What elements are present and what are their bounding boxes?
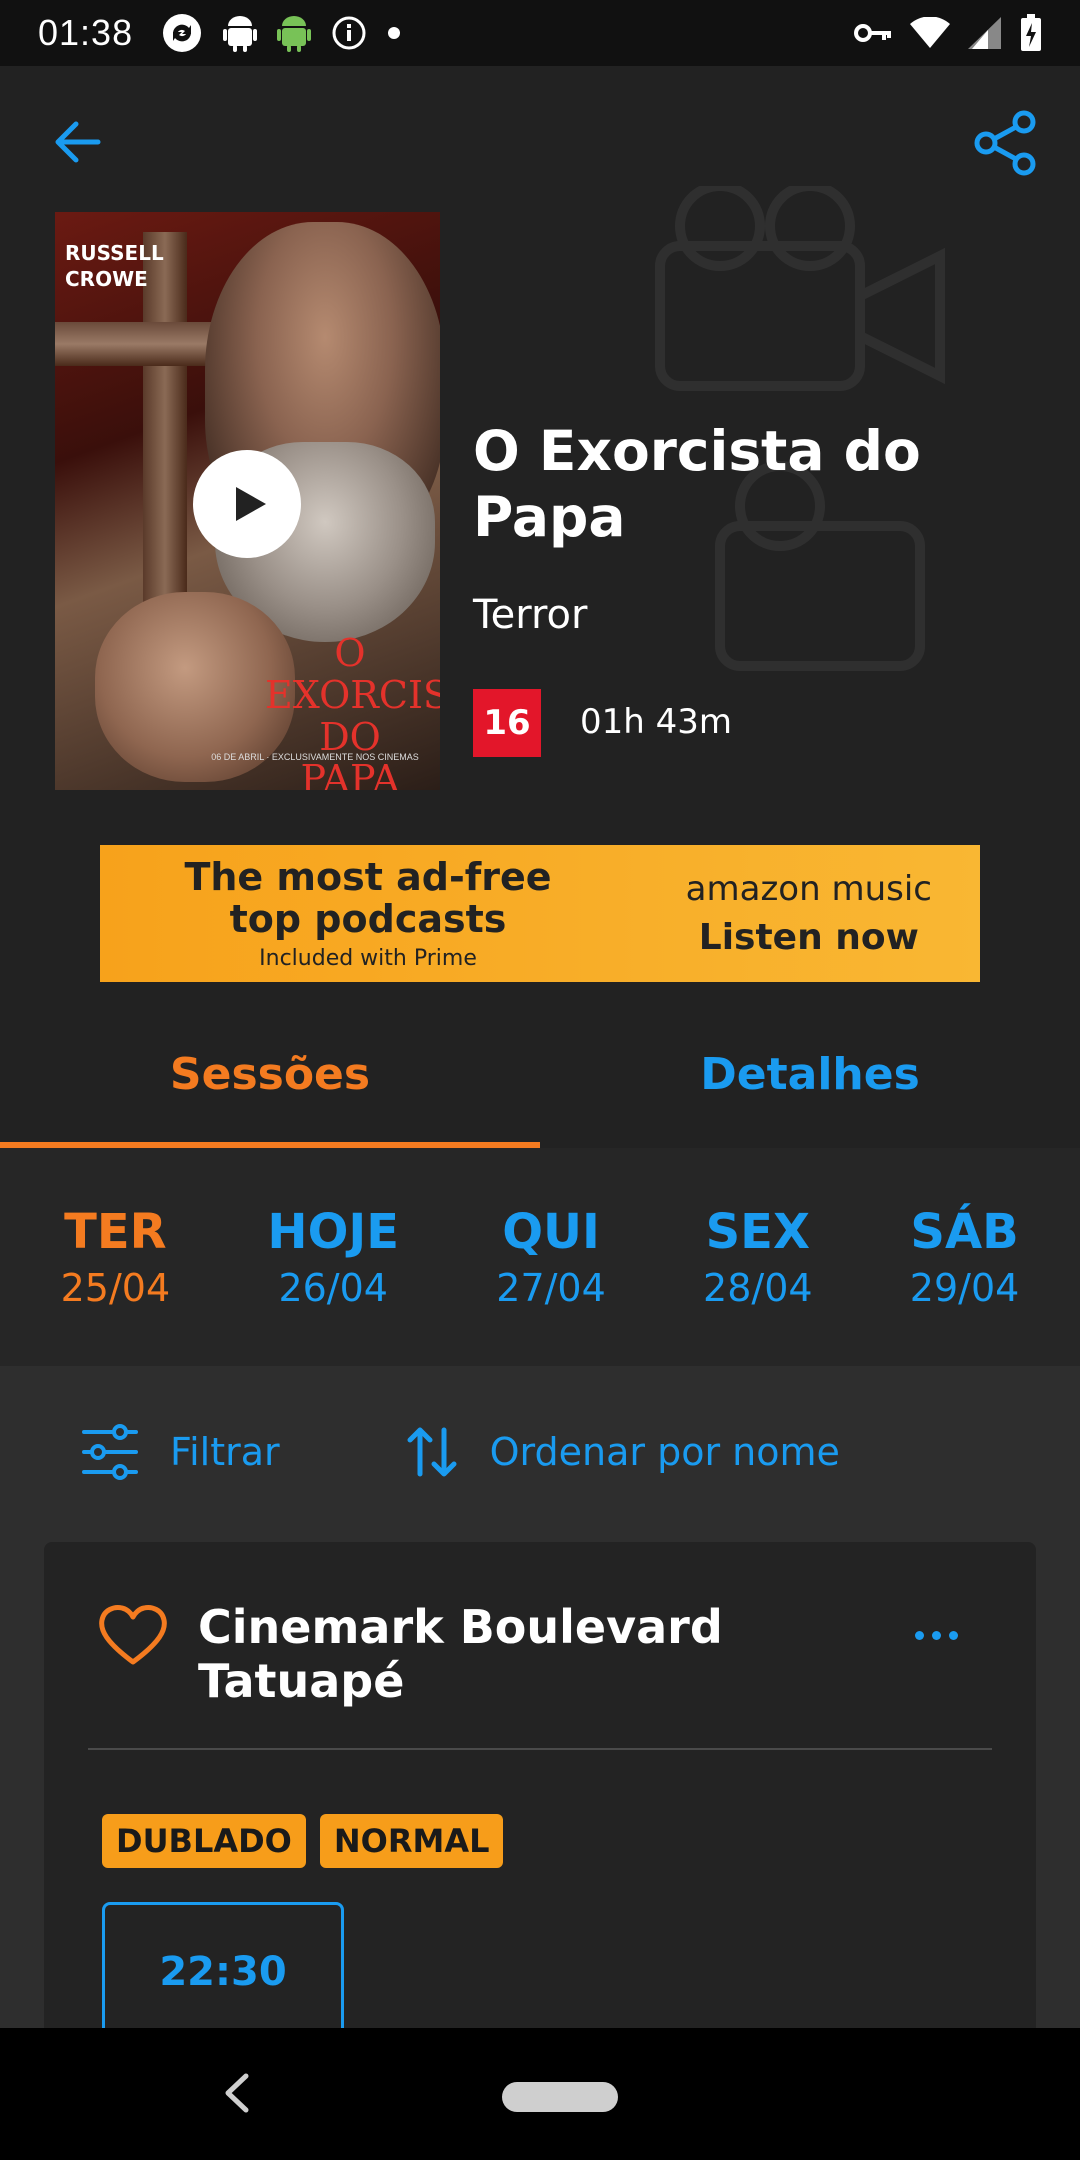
filter-toolbar: Filtrar Ordenar por nome [80, 1424, 840, 1480]
movie-genre: Terror [473, 592, 588, 638]
cellular-icon [968, 17, 1002, 49]
favorite-button[interactable] [96, 1602, 170, 1673]
ad-cta[interactable]: Listen now [686, 917, 932, 958]
more-dot-icon [914, 1630, 924, 1640]
movie-header: RUSSELL CROWE O EXORCISTA DO PAPA 06 DE … [0, 66, 1080, 840]
android-icon [223, 14, 258, 52]
date-item-sex[interactable]: SEX 28/04 [703, 1204, 813, 1310]
session-badges: DUBLADO NORMAL [102, 1814, 504, 1868]
filter-button[interactable]: Filtrar [80, 1424, 280, 1480]
date-item-hoje[interactable]: HOJE 26/04 [267, 1204, 399, 1310]
poster-actor-name: RUSSELL CROWE [65, 241, 164, 291]
poster-credits: 06 DE ABRIL · EXCLUSIVAMENTE NOS CINEMAS [211, 752, 419, 762]
status-bar: 01:38 [0, 0, 1080, 66]
ad-brand: amazon music [685, 869, 932, 909]
date-number: 25/04 [60, 1266, 171, 1310]
cinema-card: Cinemark Boulevard Tatuapé DUBLADO NORMA… [44, 1542, 1036, 2102]
date-item-sab[interactable]: SÁB 29/04 [910, 1204, 1020, 1310]
sort-button[interactable]: Ordenar por nome [404, 1424, 840, 1480]
chevron-left-icon [225, 2073, 249, 2113]
date-day: SEX [705, 1204, 810, 1260]
battery-charging-icon [1020, 14, 1042, 52]
play-icon [236, 487, 266, 521]
date-number: 28/04 [703, 1266, 813, 1310]
ad-line-2: top podcasts [229, 897, 507, 941]
system-nav-bar [0, 2028, 1080, 2160]
share-icon [974, 110, 1036, 176]
date-day: SÁB [910, 1204, 1019, 1260]
dot-icon [387, 26, 401, 40]
wifi-icon [910, 17, 950, 49]
tab-detalhes[interactable]: Detalhes [540, 1000, 1080, 1148]
heart-icon [99, 1605, 167, 1665]
sort-label: Ordenar por nome [489, 1430, 840, 1474]
date-day: TER [64, 1204, 167, 1260]
sessions-content: Filtrar Ordenar por nome Cinemark Boulev… [0, 1366, 1080, 2102]
tab-bar: Sessões Detalhes [0, 1000, 1080, 1148]
card-divider [88, 1748, 992, 1750]
vpn-key-icon [854, 22, 892, 44]
ad-line-1: The most ad-free [184, 855, 552, 899]
movie-duration: 01h 43m [580, 702, 733, 742]
more-dot-icon [931, 1630, 941, 1640]
nav-back-button[interactable] [216, 2066, 256, 2125]
nav-home-pill[interactable] [502, 2082, 618, 2112]
sort-arrows-icon [407, 1427, 457, 1477]
arrow-left-icon [55, 121, 101, 163]
status-time: 01:38 [38, 12, 134, 53]
play-trailer-button[interactable] [193, 450, 301, 558]
sliders-icon [82, 1424, 138, 1480]
ad-banner[interactable]: The most ad-free top podcasts Included w… [100, 845, 980, 982]
age-rating-badge: 16 [473, 689, 541, 757]
session-time-button[interactable]: 22:30 [102, 1902, 344, 2042]
date-selector: TER 25/04 HOJE 26/04 QUI 27/04 SEX 28/04… [0, 1148, 1080, 1366]
sync-icon [161, 12, 203, 54]
poster-title: O EXORCISTA DO PAPA [265, 631, 440, 790]
more-dot-icon [948, 1630, 958, 1640]
badge-normal: NORMAL [319, 1814, 504, 1868]
tab-sessoes[interactable]: Sessões [0, 1000, 540, 1148]
movie-title: O Exorcista do Papa [473, 419, 921, 549]
cinema-name: Cinemark Boulevard Tatuapé [198, 1600, 723, 1708]
date-number: 26/04 [278, 1266, 388, 1310]
badge-dublado: DUBLADO [102, 1814, 306, 1868]
more-options-button[interactable] [906, 1620, 966, 1650]
android-green-icon [277, 14, 312, 52]
info-icon [331, 15, 367, 51]
ad-line-3: Included with Prime [259, 946, 477, 971]
filter-label: Filtrar [170, 1430, 280, 1474]
date-day: HOJE [267, 1204, 400, 1260]
date-day: QUI [502, 1204, 600, 1260]
date-number: 29/04 [909, 1266, 1020, 1310]
movie-poster[interactable]: RUSSELL CROWE O EXORCISTA DO PAPA 06 DE … [55, 212, 440, 790]
share-button[interactable] [970, 108, 1040, 178]
date-item-qui[interactable]: QUI 27/04 [496, 1204, 606, 1310]
date-number: 27/04 [496, 1266, 606, 1310]
back-button[interactable] [48, 112, 108, 172]
date-item-ter[interactable]: TER 25/04 [61, 1204, 171, 1310]
